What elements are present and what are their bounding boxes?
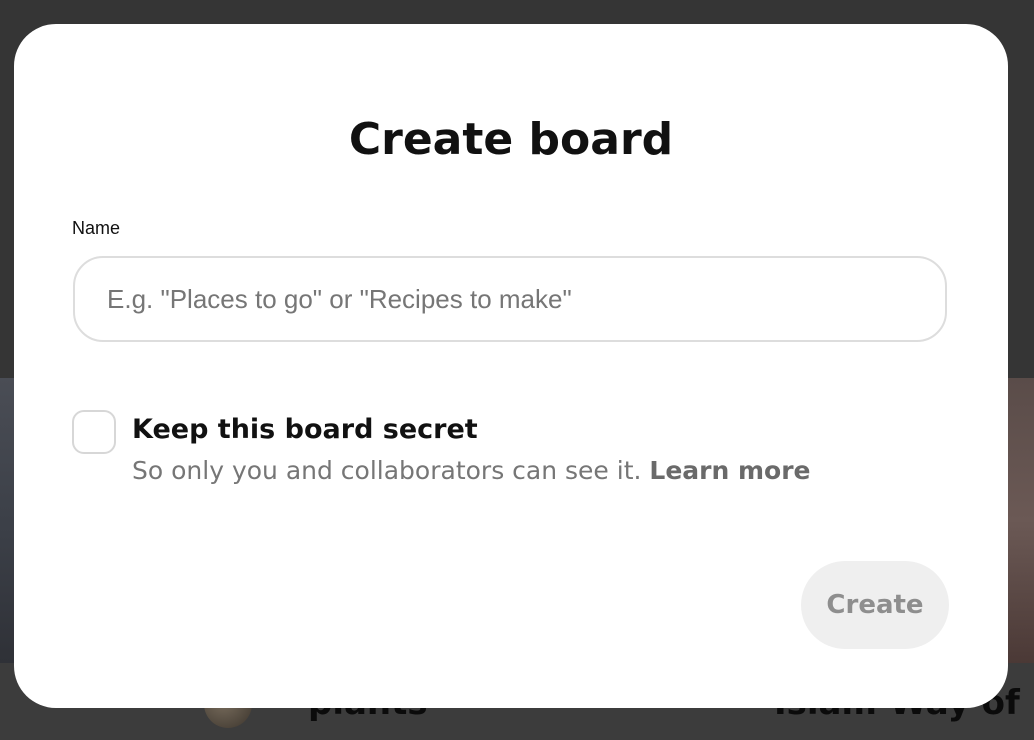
background-pin-image-left [0, 378, 14, 663]
secret-board-label: Keep this board secret [132, 414, 478, 445]
name-field-label: Name [72, 218, 121, 238]
secret-board-checkbox[interactable] [72, 410, 116, 454]
secret-board-option: Keep this board secret So only you and c… [72, 410, 952, 500]
create-button[interactable]: Create [801, 561, 949, 649]
background-pin-image-right [1008, 378, 1034, 663]
secret-board-description: So only you and collaborators can see it… [132, 454, 811, 488]
board-name-input[interactable] [73, 256, 947, 342]
learn-more-link[interactable]: Learn more [649, 456, 810, 485]
dialog-title: Create board [348, 114, 674, 165]
secret-board-description-text: So only you and collaborators can see it… [132, 456, 642, 485]
create-board-dialog: Create board Name Keep this board secret… [14, 24, 1008, 708]
